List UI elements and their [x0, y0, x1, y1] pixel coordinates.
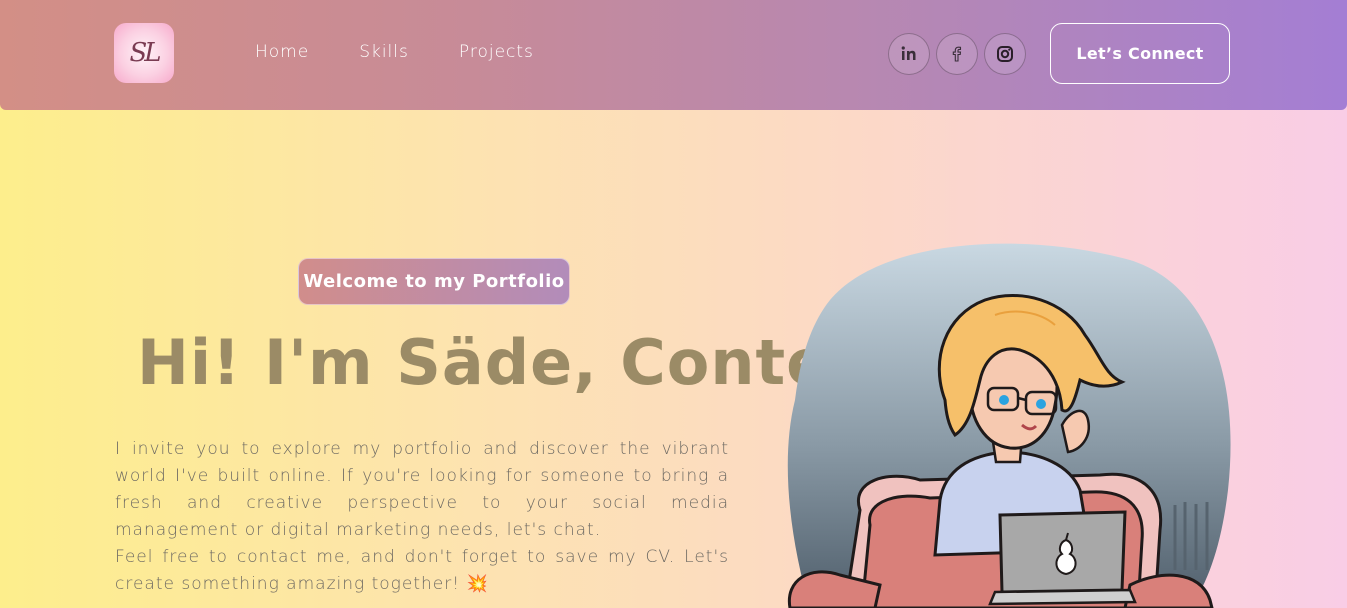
navbar: SL Home Skills Projects Let’s Connect [0, 0, 1347, 110]
instagram-icon [997, 46, 1013, 62]
linkedin-button[interactable] [888, 33, 930, 75]
instagram-button[interactable] [984, 33, 1026, 75]
woman-with-laptop-illustration [787, 243, 1231, 608]
intro-text: I invite you to explore my portfolio and… [115, 436, 729, 598]
hero-headline: Hi! I'm Säde, Conte [137, 326, 830, 399]
sparkle-icon: 💥 [466, 574, 489, 594]
intro-paragraph-1: I invite you to explore my portfolio and… [115, 439, 729, 540]
nav-link-home[interactable]: Home [255, 42, 309, 62]
intro-paragraph-2: Feel free to contact me, and don't forge… [115, 544, 729, 598]
logo-text: SL [129, 38, 161, 68]
logo[interactable]: SL [114, 23, 174, 83]
social-links [888, 33, 1026, 75]
nav-link-projects[interactable]: Projects [459, 42, 534, 62]
facebook-icon [952, 46, 962, 62]
nav-links: Home Skills Projects [255, 42, 534, 62]
linkedin-icon [901, 46, 916, 60]
welcome-badge: Welcome to my Portfolio [298, 258, 570, 305]
hero-illustration [770, 240, 1240, 608]
lets-connect-button[interactable]: Let’s Connect [1050, 23, 1230, 84]
nav-link-skills[interactable]: Skills [359, 42, 409, 62]
headline-wrap: Hi! I'm Säde, Conte [137, 320, 836, 405]
intro-paragraph-2-text: Feel free to contact me, and don't forge… [115, 547, 729, 594]
facebook-button[interactable] [936, 33, 978, 75]
